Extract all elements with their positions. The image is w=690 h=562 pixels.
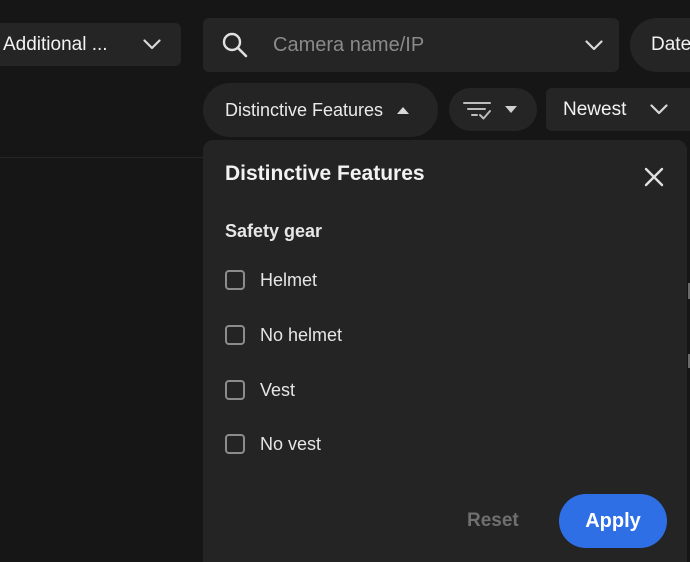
option-no-vest[interactable]: No vest	[225, 430, 321, 458]
caret-up-icon	[397, 106, 410, 114]
caret-down-icon	[505, 105, 517, 114]
option-label: Vest	[260, 379, 296, 400]
checkbox[interactable]	[225, 380, 245, 400]
distinctive-features-dropdown: Distinctive Features Safety gear Helmet …	[203, 140, 687, 562]
filter-icon	[463, 98, 493, 122]
date-filter-button[interactable]: Date	[630, 18, 690, 72]
additional-filter-label: Additional ...	[3, 33, 108, 55]
filter-menu-button[interactable]	[449, 88, 537, 131]
close-icon	[644, 167, 664, 187]
sort-order-select[interactable]: Newest	[546, 88, 690, 131]
chevron-down-icon	[650, 104, 668, 115]
checkbox[interactable]	[225, 270, 245, 290]
chevron-down-icon	[143, 39, 161, 50]
option-label: Helmet	[260, 269, 318, 290]
sort-order-label: Newest	[563, 98, 627, 120]
close-button[interactable]	[639, 162, 669, 192]
option-no-helmet[interactable]: No helmet	[225, 321, 342, 349]
checkbox[interactable]	[225, 325, 245, 345]
additional-filter-select[interactable]: Additional ...	[0, 23, 181, 66]
checkbox[interactable]	[225, 434, 245, 454]
option-vest[interactable]: Vest	[225, 376, 295, 404]
search-icon	[221, 31, 249, 59]
distinctive-features-chip-label: Distinctive Features	[225, 99, 384, 120]
panel-title: Distinctive Features	[225, 162, 425, 185]
chevron-down-icon[interactable]	[585, 39, 603, 51]
camera-search-box[interactable]	[203, 18, 619, 72]
option-label: No vest	[260, 433, 322, 454]
distinctive-features-chip[interactable]: Distinctive Features	[203, 83, 438, 137]
section-label-safety-gear: Safety gear	[225, 221, 323, 241]
date-filter-label: Date	[651, 34, 690, 55]
option-helmet[interactable]: Helmet	[225, 266, 317, 294]
apply-button[interactable]: Apply	[559, 494, 667, 548]
screen: Additional ... Date Distinctive Features	[0, 0, 690, 562]
content-divider	[0, 157, 203, 158]
option-label: No helmet	[260, 324, 343, 345]
reset-button[interactable]: Reset	[467, 510, 519, 532]
camera-search-input[interactable]	[271, 32, 585, 58]
